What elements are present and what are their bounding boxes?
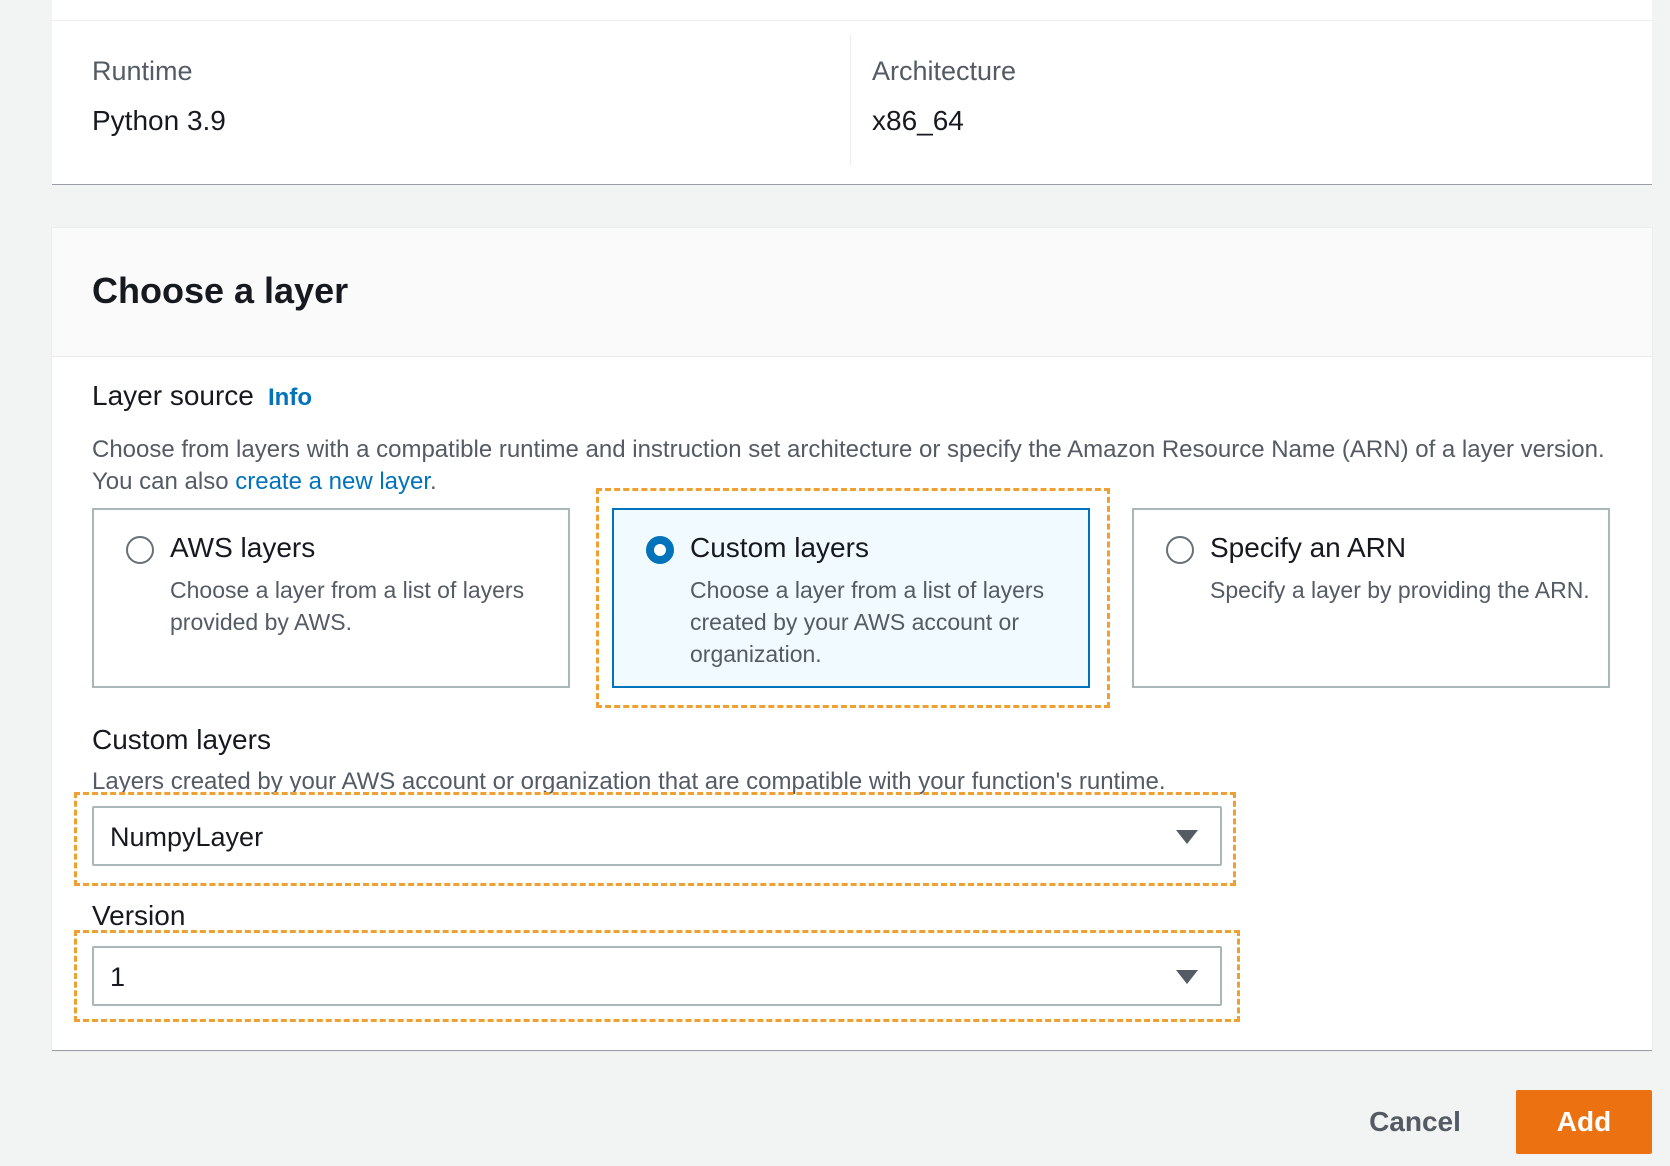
architecture-value: x86_64	[872, 105, 964, 136]
caret-down-icon	[1176, 970, 1198, 984]
architecture-label: Architecture	[872, 56, 1017, 86]
aws-layers-radio[interactable]	[126, 536, 154, 564]
layer-source-info-link[interactable]: Info	[268, 384, 312, 412]
panel-divider	[52, 20, 1652, 21]
specify-arn-tile[interactable]: Specify an ARN Specify a layer by provid…	[1132, 508, 1610, 688]
aws-layers-tile[interactable]: AWS layers Choose a layer from a list of…	[92, 508, 570, 688]
custom-layers-select[interactable]: NumpyLayer	[92, 806, 1222, 866]
custom-layers-tile[interactable]: Custom layers Choose a layer from a list…	[612, 508, 1090, 688]
custom-layers-radio[interactable]	[646, 536, 674, 564]
caret-down-icon	[1176, 830, 1198, 844]
page-title: Choose a layer	[92, 270, 349, 311]
function-runtime-panel: Runtime Python 3.9 Architecture x86_64	[52, 0, 1652, 185]
custom-layers-label: Custom layers	[92, 724, 271, 755]
architecture-field: Architecture x86_64	[872, 56, 1016, 137]
specify-arn-radio[interactable]	[1166, 536, 1194, 564]
version-label: Version	[92, 900, 186, 931]
runtime-field: Runtime Python 3.9	[92, 56, 226, 137]
runtime-value: Python 3.9	[92, 105, 226, 136]
layer-source-label: Layer source	[92, 380, 254, 411]
aws-layers-title: AWS layers	[170, 532, 316, 563]
runtime-label: Runtime	[92, 56, 193, 86]
custom-layers-selected-value: NumpyLayer	[110, 822, 264, 852]
cancel-button[interactable]: Cancel	[1350, 1090, 1480, 1154]
custom-layers-title: Custom layers	[690, 532, 869, 563]
column-divider	[850, 34, 851, 166]
layer-source-description: Choose from layers with a compatible run…	[92, 434, 1612, 498]
custom-layers-description: Choose a layer from a list of layers cre…	[690, 577, 1045, 667]
add-button[interactable]: Add	[1516, 1090, 1652, 1154]
custom-layers-description: Layers created by your AWS account or or…	[92, 768, 1166, 795]
choose-layer-header: Choose a layer	[52, 228, 1652, 357]
version-select[interactable]: 1	[92, 946, 1222, 1006]
specify-arn-title: Specify an ARN	[1210, 532, 1407, 563]
version-selected-value: 1	[110, 962, 126, 992]
aws-layers-description: Choose a layer from a list of layers pro…	[170, 577, 525, 635]
create-new-layer-link[interactable]: create a new layer	[235, 468, 430, 495]
layer-source-description-end: .	[430, 468, 437, 495]
specify-arn-description: Specify a layer by providing the ARN.	[1210, 577, 1590, 603]
